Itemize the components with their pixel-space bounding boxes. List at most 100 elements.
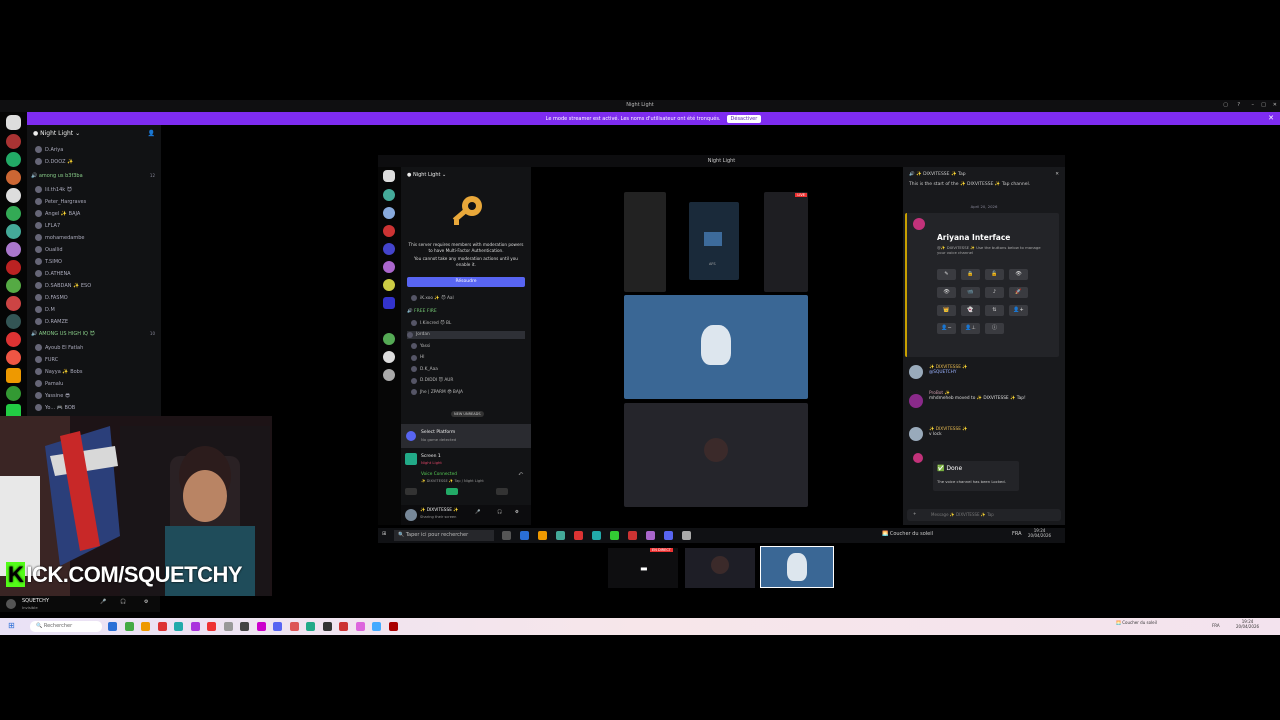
taskbar-app-icon[interactable] bbox=[592, 531, 601, 540]
stream-preview[interactable]: LIVE bbox=[764, 192, 808, 292]
member-row[interactable]: D.ATHENA bbox=[35, 269, 71, 278]
new-unreads-pill[interactable]: NEW UNREADS bbox=[451, 411, 484, 417]
server-icon[interactable] bbox=[6, 260, 21, 275]
unlock-button[interactable]: 🔓 bbox=[985, 269, 1004, 280]
help-icon[interactable]: ? bbox=[1237, 102, 1240, 108]
weather-widget[interactable]: 🌅 Coucher du soleil bbox=[882, 531, 933, 537]
server-icon[interactable] bbox=[6, 368, 21, 383]
taskbar-app-icon[interactable] bbox=[610, 531, 619, 540]
maximize-button[interactable]: □ bbox=[1261, 102, 1266, 108]
show-button[interactable]: 👁 bbox=[937, 287, 956, 298]
mic-icon[interactable]: 🎤 bbox=[100, 599, 106, 605]
close-button[interactable]: ✕ bbox=[1273, 102, 1277, 108]
add-attachment-icon[interactable]: + bbox=[913, 511, 916, 516]
member-row[interactable]: LFLA7 bbox=[35, 221, 60, 230]
screen-share-row[interactable]: Screen 1 Night Light bbox=[401, 450, 531, 468]
member-row[interactable]: Jordan bbox=[407, 330, 525, 339]
stream-preview[interactable] bbox=[624, 192, 666, 292]
member-row[interactable]: FURC bbox=[35, 355, 58, 364]
member-row[interactable]: T.SIMO bbox=[35, 257, 62, 266]
taskbar-app-icon[interactable] bbox=[502, 531, 511, 540]
taskbar-app-icon[interactable] bbox=[556, 531, 565, 540]
weather-widget[interactable]: 🌅 Coucher du soleil bbox=[1116, 620, 1157, 625]
taskbar-app-icon[interactable] bbox=[240, 622, 249, 631]
lock-button[interactable]: 🔒 bbox=[961, 269, 980, 280]
server-icon[interactable] bbox=[383, 297, 395, 309]
member-row[interactable]: D.FASMO bbox=[35, 293, 68, 302]
inner-server-name[interactable]: ● Night Light ⌄ bbox=[407, 172, 446, 178]
invite-button[interactable]: 👤+ bbox=[1009, 305, 1028, 316]
taskbar-app-icon[interactable] bbox=[574, 531, 583, 540]
server-icon[interactable] bbox=[6, 332, 21, 347]
transfer-button[interactable]: ⇅ bbox=[985, 305, 1004, 316]
disable-streamer-button[interactable]: Désactiver bbox=[726, 114, 762, 123]
server-icon[interactable] bbox=[6, 152, 21, 167]
close-icon[interactable]: ✕ bbox=[1055, 172, 1059, 177]
member-row[interactable]: D.RAMZE bbox=[35, 317, 68, 326]
server-icon[interactable] bbox=[6, 386, 21, 401]
server-icon[interactable] bbox=[383, 351, 395, 363]
claim-button[interactable]: 👑 bbox=[937, 305, 956, 316]
participant-tile[interactable] bbox=[624, 403, 808, 507]
taskbar-app-icon[interactable] bbox=[124, 622, 134, 631]
hide-button[interactable]: 👁 bbox=[1009, 269, 1028, 280]
start-icon[interactable]: ⊞ bbox=[382, 531, 386, 537]
avatar[interactable] bbox=[6, 599, 16, 609]
taskbar-app-icon[interactable] bbox=[273, 622, 282, 631]
server-icon[interactable] bbox=[383, 225, 395, 237]
clock[interactable]: 19:24 20/04/2026 bbox=[1028, 528, 1051, 538]
member-row[interactable]: Nayya ✨ Bobs bbox=[35, 367, 82, 376]
server-icon[interactable] bbox=[383, 261, 395, 273]
member-row[interactable]: Ayoub El Fatlah bbox=[35, 343, 83, 352]
participant-thumbnail[interactable] bbox=[760, 546, 834, 588]
screen-share-icon[interactable] bbox=[446, 488, 458, 495]
inner-search-bar[interactable]: 🔍 Taper ici pour rechercher bbox=[394, 530, 494, 541]
taskbar-app-icon[interactable] bbox=[157, 622, 167, 631]
member-row[interactable]: D.DIDDI 😈 AUR bbox=[411, 377, 453, 385]
taskbar-app-icon[interactable] bbox=[141, 622, 150, 631]
server-icon[interactable] bbox=[6, 278, 21, 293]
server-icon[interactable] bbox=[383, 189, 395, 201]
language-indicator[interactable]: FRA bbox=[1212, 623, 1220, 628]
taskbar-app-icon[interactable] bbox=[538, 531, 547, 540]
headset-icon[interactable]: 🎧 bbox=[120, 599, 126, 605]
taskbar-app-icon[interactable] bbox=[339, 622, 348, 631]
select-platform[interactable]: Select Platform No game detected bbox=[401, 424, 531, 448]
taskbar-app-icon[interactable] bbox=[388, 622, 398, 631]
rename-button[interactable]: ✎ bbox=[937, 269, 956, 280]
taskbar-app-icon[interactable] bbox=[682, 531, 691, 540]
server-icon[interactable] bbox=[383, 207, 395, 219]
server-icon[interactable] bbox=[6, 224, 21, 239]
start-icon[interactable]: ⊞ bbox=[8, 621, 15, 630]
dm-home-icon[interactable] bbox=[383, 170, 395, 182]
activity-icon[interactable] bbox=[496, 488, 508, 495]
server-icon[interactable] bbox=[6, 242, 21, 257]
server-name[interactable]: ● Night Light ⌄ bbox=[33, 130, 80, 137]
taskbar-app-icon[interactable] bbox=[207, 622, 216, 631]
server-icon[interactable] bbox=[383, 333, 395, 345]
search-bar[interactable]: 🔍 Rechercher bbox=[30, 621, 102, 632]
stream-thumbnail[interactable]: EN DIRECT ▬ bbox=[608, 548, 678, 588]
voice-channel[interactable]: 🔊 FREE FIRE bbox=[407, 309, 437, 314]
member-row[interactable]: D.K_Aaa bbox=[411, 365, 438, 373]
member-row[interactable]: D.SABDAN ✨ ESO bbox=[35, 281, 91, 290]
inbox-icon[interactable]: ▢ bbox=[1223, 102, 1228, 108]
server-icon[interactable] bbox=[383, 243, 395, 255]
member-row[interactable]: Peter_Hargraves bbox=[35, 197, 86, 206]
boost-button[interactable]: 🚀 bbox=[1009, 287, 1028, 298]
member-row[interactable]: iK.xoo ✨ 😈 Aal bbox=[411, 294, 454, 302]
server-icon[interactable] bbox=[6, 134, 21, 149]
server-icon[interactable] bbox=[383, 279, 395, 291]
member-row[interactable]: Angel ✨ BAJA bbox=[35, 209, 80, 218]
kick-button[interactable]: 👤− bbox=[937, 323, 956, 334]
taskbar-app-icon[interactable] bbox=[108, 622, 117, 631]
member-row[interactable]: D.M bbox=[35, 305, 55, 314]
add-member-icon[interactable]: 👤 bbox=[148, 130, 155, 137]
ghost-button[interactable]: 👻 bbox=[961, 305, 980, 316]
server-icon[interactable] bbox=[6, 296, 21, 311]
gear-icon[interactable]: ⚙ bbox=[144, 599, 148, 605]
member-row[interactable]: Pamalu bbox=[35, 379, 63, 388]
video-button[interactable]: 📹 bbox=[961, 287, 980, 298]
server-icon[interactable] bbox=[6, 350, 21, 365]
taskbar-app-icon[interactable] bbox=[372, 622, 381, 631]
